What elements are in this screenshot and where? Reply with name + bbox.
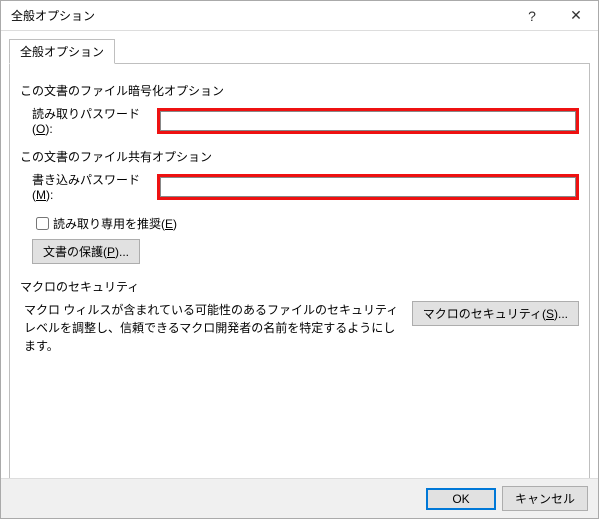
tab-panel: この文書のファイル暗号化オプション 読み取りパスワード(O): この文書のファイ… (9, 63, 590, 478)
write-password-highlight (157, 174, 579, 200)
tabstrip: 全般オプション (9, 39, 590, 63)
close-button[interactable]: ✕ (554, 1, 598, 31)
write-password-input[interactable] (160, 177, 576, 197)
macro-security-text: マクロ ウィルスが含まれている可能性のあるファイルのセキュリティ レベルを調整し… (24, 301, 412, 355)
read-password-row: 読み取りパスワード(O): (20, 105, 579, 136)
macro-section-label: マクロのセキュリティ (20, 278, 579, 295)
macro-security-row: マクロ ウィルスが含まれている可能性のあるファイルのセキュリティ レベルを調整し… (20, 301, 579, 355)
dialog-title: 全般オプション (11, 7, 510, 24)
read-password-input[interactable] (160, 111, 576, 131)
write-password-row: 書き込みパスワード(M): (20, 171, 579, 202)
readonly-recommend-checkbox[interactable] (36, 217, 49, 230)
encrypt-section-label: この文書のファイル暗号化オプション (20, 82, 579, 99)
write-password-label: 書き込みパスワード(M): (32, 171, 157, 202)
share-section-label: この文書のファイル共有オプション (20, 148, 579, 165)
general-options-dialog: 全般オプション ? ✕ 全般オプション この文書のファイル暗号化オプション 読み… (0, 0, 599, 519)
help-button[interactable]: ? (510, 1, 554, 31)
cancel-button[interactable]: キャンセル (502, 486, 588, 511)
dialog-footer: OK キャンセル (1, 478, 598, 518)
readonly-recommend-label: 読み取り専用を推奨(E) (53, 215, 177, 232)
protect-document-button[interactable]: 文書の保護(P)... (32, 239, 140, 264)
client-area: 全般オプション この文書のファイル暗号化オプション 読み取りパスワード(O): … (1, 31, 598, 478)
read-password-highlight (157, 108, 579, 134)
tab-general-options[interactable]: 全般オプション (9, 39, 115, 64)
readonly-recommend-row: 読み取り専用を推奨(E) (20, 214, 579, 233)
macro-security-button[interactable]: マクロのセキュリティ(S)... (412, 301, 579, 326)
ok-button[interactable]: OK (426, 488, 496, 510)
titlebar: 全般オプション ? ✕ (1, 1, 598, 31)
read-password-label: 読み取りパスワード(O): (32, 105, 157, 136)
